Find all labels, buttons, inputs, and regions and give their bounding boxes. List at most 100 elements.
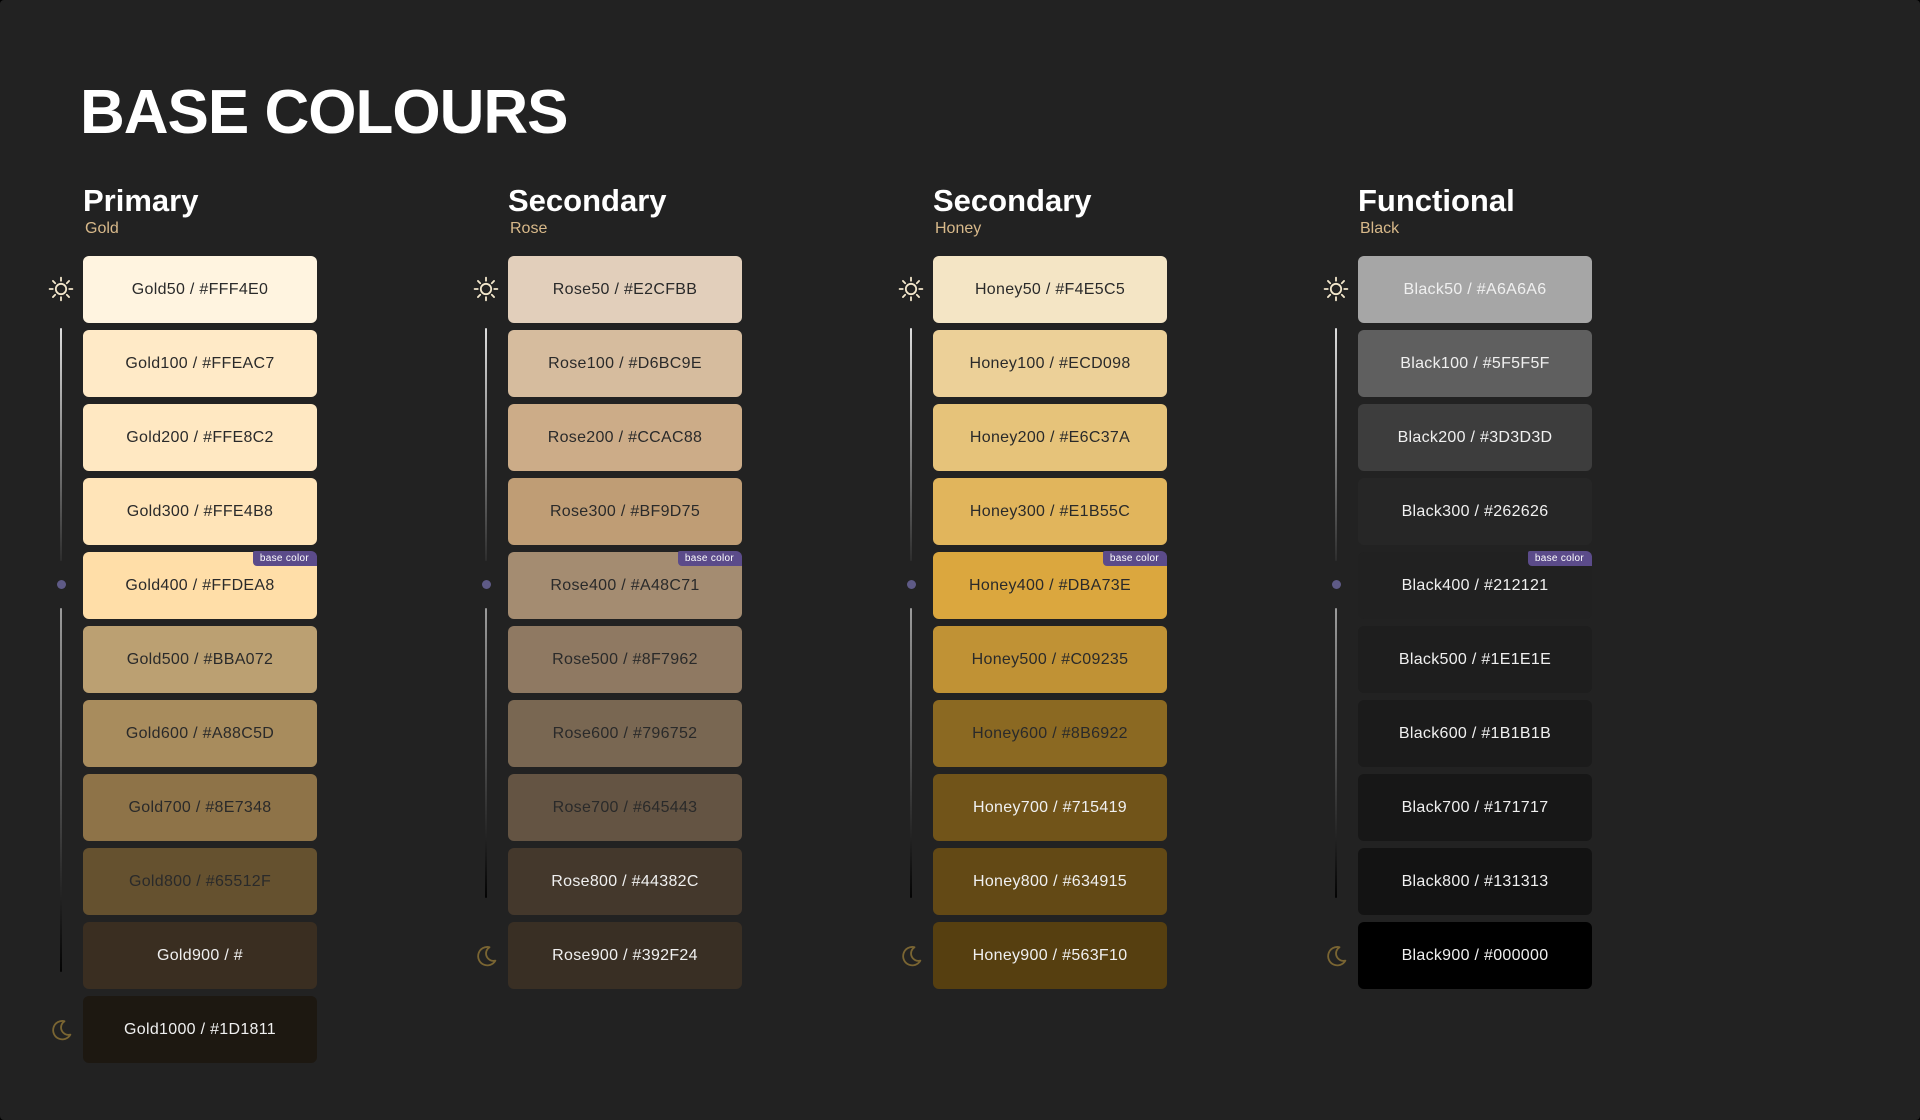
color-swatch[interactable]: Honey200 / #E6C37A <box>933 404 1167 471</box>
swatch-label: Honey400 / #DBA73E <box>969 576 1131 594</box>
swatch-label: Honey900 / #563F10 <box>972 946 1128 964</box>
color-swatch[interactable]: Black500 / #1E1E1E <box>1358 626 1592 693</box>
color-swatch[interactable]: Black900 / #000000 <box>1358 922 1592 989</box>
color-swatch[interactable]: Honey300 / #E1B55C <box>933 478 1167 545</box>
group-subtitle: Honey <box>935 220 982 237</box>
light-track-line <box>1335 328 1337 561</box>
swatch-label: Honey300 / #E1B55C <box>969 502 1131 520</box>
swatch-label: Gold600 / #A88C5D <box>125 724 275 742</box>
color-swatch[interactable]: Rose50 / #E2CFBB <box>508 256 742 323</box>
group-title: Secondary <box>508 183 667 218</box>
color-swatch[interactable]: Honey700 / #715419 <box>933 774 1167 841</box>
sun-icon <box>1322 275 1350 303</box>
light-track-line <box>485 328 487 561</box>
base-color-marker <box>482 580 491 589</box>
swatch-label: Black500 / #1E1E1E <box>1398 650 1552 668</box>
color-swatch[interactable]: Black100 / #5F5F5F <box>1358 330 1592 397</box>
light-track-line <box>910 328 912 561</box>
swatch-label: Honey500 / #C09235 <box>971 650 1129 668</box>
swatch-label: Rose300 / #BF9D75 <box>549 502 701 520</box>
swatch-label: Rose400 / #A48C71 <box>550 576 700 594</box>
swatch-label: Rose200 / #CCAC88 <box>547 428 703 446</box>
color-swatch[interactable]: Gold1000 / #1D1811 <box>83 996 317 1063</box>
palette-group-black: Functional Black Black50 / #A6A6A6 Black100… <box>1320 0 1650 1120</box>
swatch-label: Gold500 / #BBA072 <box>126 650 274 668</box>
dark-track-line <box>1335 608 1337 898</box>
sun-icon <box>897 275 925 303</box>
color-swatch[interactable]: Black600 / #1B1B1B <box>1358 700 1592 767</box>
color-swatch[interactable]: Gold600 / #A88C5D <box>83 700 317 767</box>
color-swatch[interactable]: Black800 / #131313 <box>1358 848 1592 915</box>
group-title: Functional <box>1358 183 1515 218</box>
color-swatch[interactable]: Gold300 / #FFE4B8 <box>83 478 317 545</box>
swatch-label: Black800 / #131313 <box>1401 872 1549 890</box>
color-swatch[interactable]: Honey100 / #ECD098 <box>933 330 1167 397</box>
color-swatch[interactable]: Rose300 / #BF9D75 <box>508 478 742 545</box>
dark-track-line <box>910 608 912 898</box>
color-swatch[interactable]: Gold50 / #FFF4E0 <box>83 256 317 323</box>
color-swatch[interactable]: Gold700 / #8E7348 <box>83 774 317 841</box>
base-color-badge: base color <box>1527 551 1592 566</box>
moon-icon <box>472 942 500 970</box>
color-swatch[interactable]: Honey800 / #634915 <box>933 848 1167 915</box>
moon-icon <box>1322 942 1350 970</box>
group-subtitle: Black <box>1360 220 1400 237</box>
swatch-label: Honey600 / #8B6922 <box>972 724 1128 742</box>
color-swatch[interactable]: Honey900 / #563F10 <box>933 922 1167 989</box>
color-swatch[interactable]: Gold900 / # <box>83 922 317 989</box>
group-subtitle: Gold <box>85 220 119 237</box>
base-color-badge: base color <box>1102 551 1167 566</box>
moon-icon <box>897 942 925 970</box>
swatch-label: Rose50 / #E2CFBB <box>552 280 698 298</box>
swatch-label: Rose900 / #392F24 <box>552 946 698 964</box>
color-swatch[interactable]: Honey400 / #DBA73E base color <box>933 551 1167 619</box>
swatch-label: Gold700 / #8E7348 <box>128 798 272 816</box>
color-swatch[interactable]: Rose500 / #8F7962 <box>508 626 742 693</box>
group-subtitle: Rose <box>510 220 548 237</box>
swatch-label: Rose100 / #D6BC9E <box>548 354 702 372</box>
color-swatch[interactable]: Gold500 / #BBA072 <box>83 626 317 693</box>
swatch-label: Rose700 / #645443 <box>552 798 698 816</box>
dark-track-line <box>60 608 62 972</box>
color-swatch[interactable]: Honey50 / #F4E5C5 <box>933 256 1167 323</box>
sun-icon <box>472 275 500 303</box>
group-title: Secondary <box>933 183 1092 218</box>
sun-icon <box>47 275 75 303</box>
swatch-label: Gold200 / #FFE8C2 <box>126 428 274 446</box>
swatch-label: Rose500 / #8F7962 <box>552 650 698 668</box>
swatch-label: Gold100 / #FFEAC7 <box>125 354 275 372</box>
swatch-label: Gold50 / #FFF4E0 <box>131 280 269 298</box>
color-swatch[interactable]: Honey500 / #C09235 <box>933 626 1167 693</box>
color-swatch[interactable]: Gold400 / #FFDEA8 base color <box>83 551 317 619</box>
swatch-label: Rose600 / #796752 <box>552 724 698 742</box>
color-swatch[interactable]: Rose400 / #A48C71 base color <box>508 551 742 619</box>
color-swatch[interactable]: Black700 / #171717 <box>1358 774 1592 841</box>
dark-track-line <box>485 608 487 898</box>
swatch-label: Honey700 / #715419 <box>973 798 1127 816</box>
swatch-label: Black300 / #262626 <box>1401 502 1549 520</box>
color-swatch[interactable]: Honey600 / #8B6922 <box>933 700 1167 767</box>
color-swatch[interactable]: Gold200 / #FFE8C2 <box>83 404 317 471</box>
base-color-badge: base color <box>252 551 317 566</box>
color-swatch[interactable]: Rose700 / #645443 <box>508 774 742 841</box>
color-swatch[interactable]: Rose900 / #392F24 <box>508 922 742 989</box>
color-swatch[interactable]: Black50 / #A6A6A6 <box>1358 256 1592 323</box>
color-swatch[interactable]: Rose200 / #CCAC88 <box>508 404 742 471</box>
palette-group-honey: Secondary Honey Honey50 / #F4E5C5 Honey100 … <box>895 0 1225 1120</box>
palette-group-rose: Secondary Rose Rose50 / #E2CFBB Rose100 / #… <box>470 0 800 1120</box>
swatch-label: Black200 / #3D3D3D <box>1397 428 1553 446</box>
color-swatch[interactable]: Black200 / #3D3D3D <box>1358 404 1592 471</box>
swatch-label: Gold300 / #FFE4B8 <box>126 502 274 520</box>
group-title: Primary <box>83 183 199 218</box>
color-swatch[interactable]: Gold100 / #FFEAC7 <box>83 330 317 397</box>
color-swatch[interactable]: Black400 / #212121 base color <box>1358 551 1592 619</box>
color-swatch[interactable]: Rose800 / #44382C <box>508 848 742 915</box>
color-swatch[interactable]: Gold800 / #65512F <box>83 848 317 915</box>
base-color-badge: base color <box>677 551 742 566</box>
color-swatch[interactable]: Black300 / #262626 <box>1358 478 1592 545</box>
swatch-label: Black50 / #A6A6A6 <box>1403 280 1547 298</box>
swatch-label: Black900 / #000000 <box>1401 946 1549 964</box>
color-swatch[interactable]: Rose600 / #796752 <box>508 700 742 767</box>
color-swatch[interactable]: Rose100 / #D6BC9E <box>508 330 742 397</box>
palette-group-gold: Primary Gold Gold50 / #FFF4E0 Gold100 / #FF… <box>45 0 375 1120</box>
